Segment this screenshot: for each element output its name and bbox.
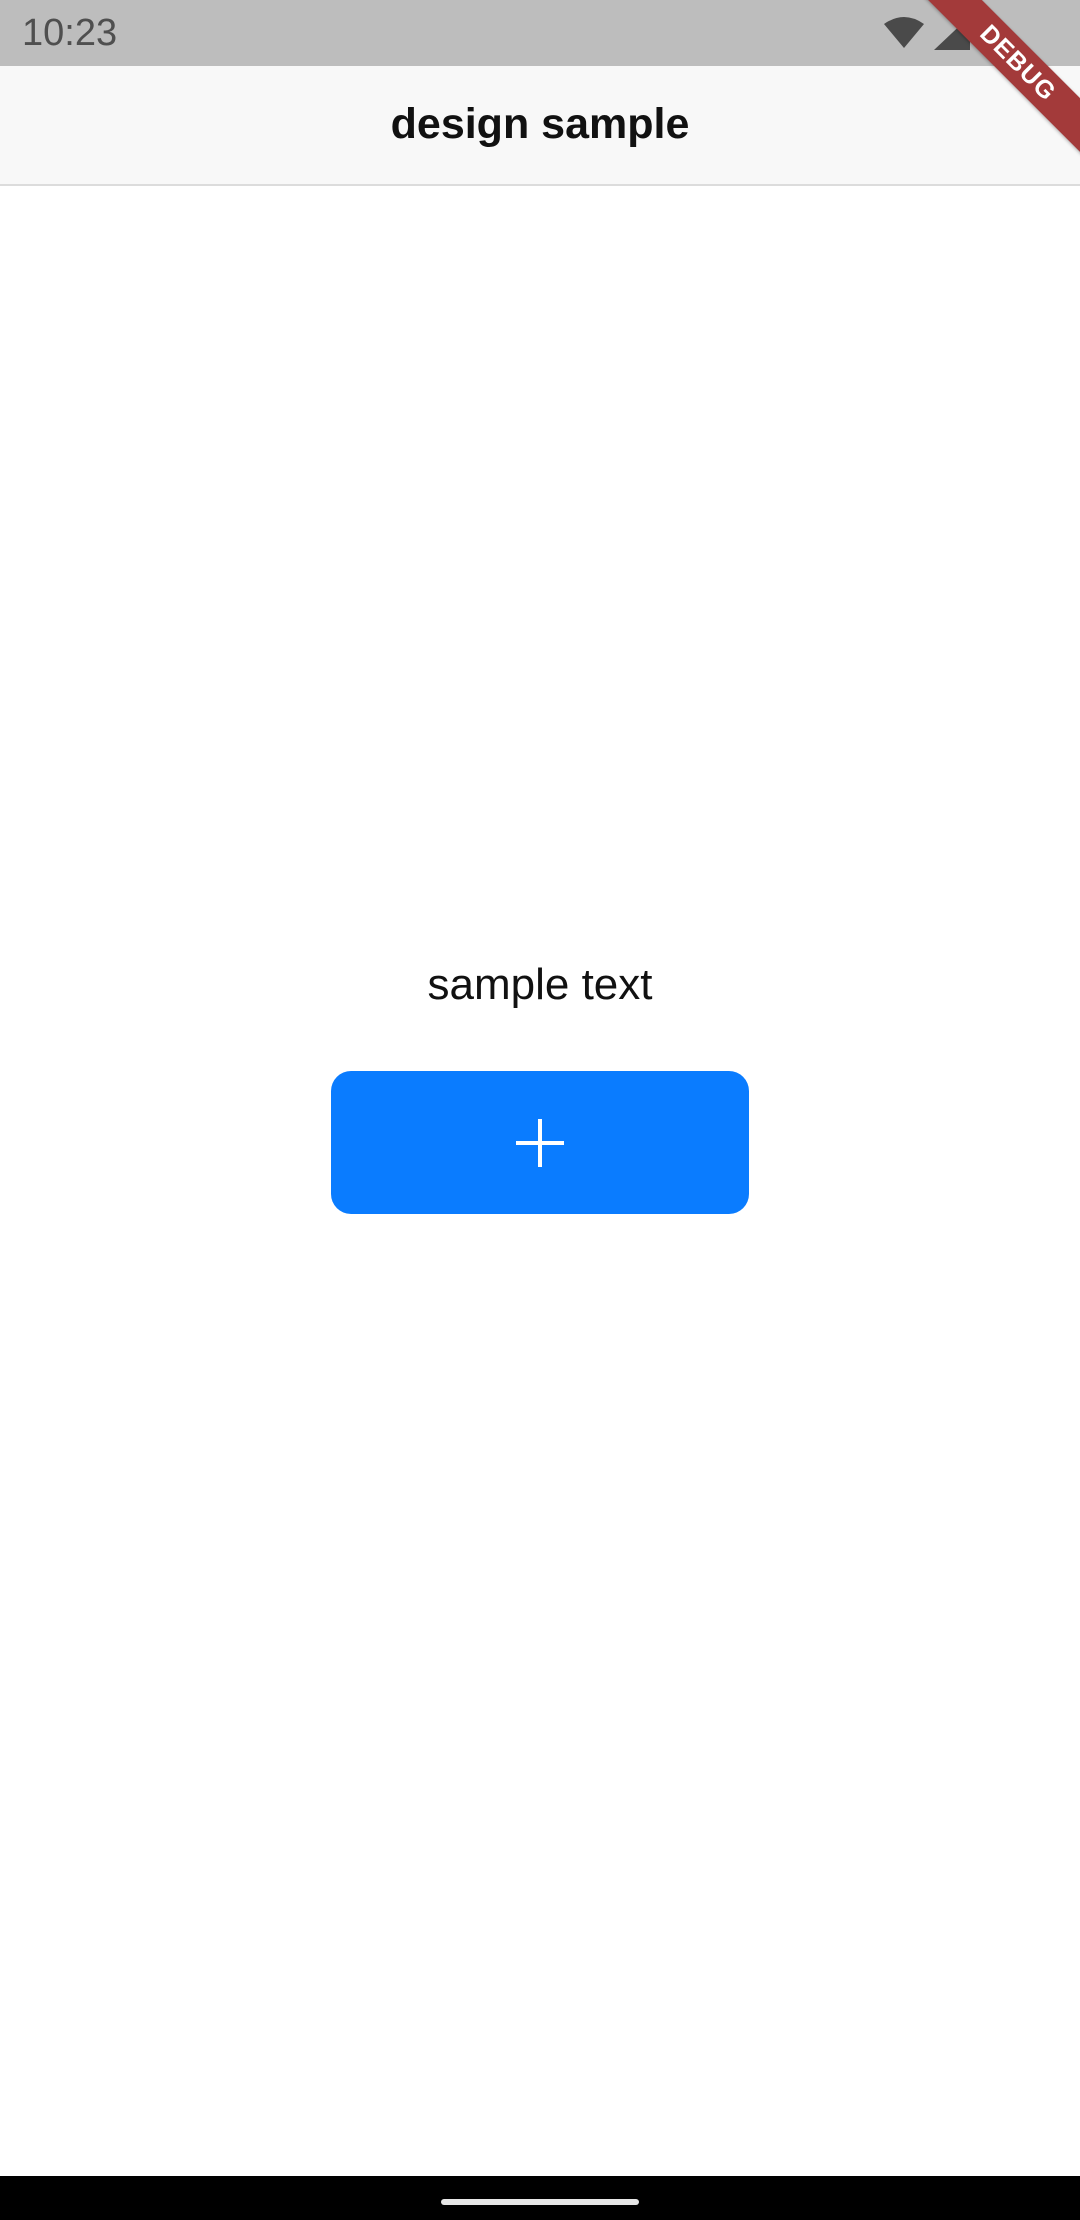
plus-icon xyxy=(516,1118,564,1167)
signal-icon xyxy=(934,16,970,50)
app-bar: design sample xyxy=(0,66,1080,186)
status-time: 10:23 xyxy=(22,12,118,54)
screen: 10:23 design sample DEBUG sample text xyxy=(0,0,1080,2220)
home-handle[interactable] xyxy=(441,2199,639,2205)
status-icons xyxy=(884,14,1000,52)
battery-icon xyxy=(980,15,1000,51)
page-title: design sample xyxy=(390,100,690,148)
wifi-icon xyxy=(884,16,924,50)
add-button[interactable] xyxy=(331,1071,749,1214)
navigation-bar xyxy=(0,2176,1080,2220)
status-bar: 10:23 xyxy=(0,0,1080,66)
sample-text: sample text xyxy=(427,960,653,1009)
